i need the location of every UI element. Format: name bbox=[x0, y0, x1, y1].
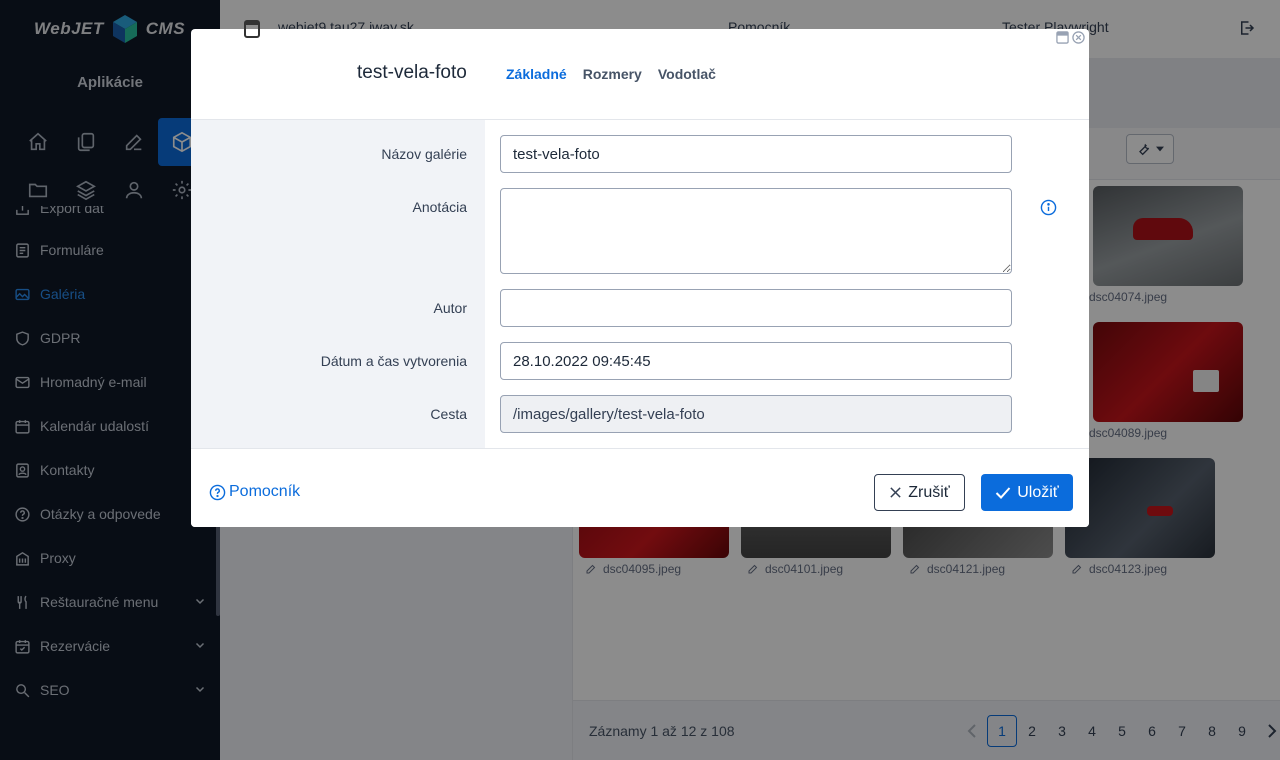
question-circle-icon bbox=[209, 484, 226, 500]
maximize-icon[interactable] bbox=[1056, 31, 1069, 44]
cancel-button[interactable]: Zrušiť bbox=[874, 474, 965, 511]
dialog-body: Názov galérie Anotácia Autor Dátum a čas… bbox=[191, 120, 1089, 448]
info-icon[interactable] bbox=[1040, 199, 1057, 216]
site-icon bbox=[244, 20, 260, 38]
save-button[interactable]: Uložiť bbox=[981, 474, 1073, 511]
gallery-edit-dialog: test-vela-foto Základné Rozmery Vodotlač… bbox=[191, 29, 1089, 527]
path-label: Cesta bbox=[430, 406, 467, 422]
gallery-name-label: Názov galérie bbox=[381, 146, 467, 162]
check-icon bbox=[996, 487, 1011, 499]
author-label: Autor bbox=[433, 300, 467, 316]
window-controls bbox=[1056, 31, 1085, 44]
created-datetime-label: Dátum a čas vytvorenia bbox=[320, 353, 467, 369]
cancel-button-label: Zrušiť bbox=[908, 483, 950, 501]
dialog-title: test-vela-foto bbox=[357, 62, 467, 83]
dialog-footer: Pomocník Zrušiť Uložiť bbox=[191, 448, 1089, 527]
tab-watermark[interactable]: Vodotlač bbox=[658, 66, 716, 82]
close-icon[interactable] bbox=[1072, 31, 1085, 44]
help-link-label: Pomocník bbox=[229, 483, 301, 500]
created-datetime-input[interactable] bbox=[500, 342, 1012, 380]
dialog-header: test-vela-foto Základné Rozmery Vodotlač bbox=[191, 29, 1089, 120]
annotation-label: Anotácia bbox=[412, 199, 467, 215]
labels-column: Názov galérie Anotácia Autor Dátum a čas… bbox=[191, 120, 485, 448]
save-button-label: Uložiť bbox=[1017, 483, 1059, 501]
dialog-tabs: Základné Rozmery Vodotlač bbox=[506, 66, 716, 82]
path-input bbox=[500, 395, 1012, 433]
close-icon bbox=[890, 487, 901, 498]
help-link[interactable]: Pomocník bbox=[209, 483, 300, 501]
annotation-textarea[interactable] bbox=[500, 188, 1012, 274]
tab-basic[interactable]: Základné bbox=[506, 66, 567, 82]
tab-dimensions[interactable]: Rozmery bbox=[583, 66, 642, 82]
gallery-name-input[interactable] bbox=[500, 135, 1012, 173]
author-input[interactable] bbox=[500, 289, 1012, 327]
